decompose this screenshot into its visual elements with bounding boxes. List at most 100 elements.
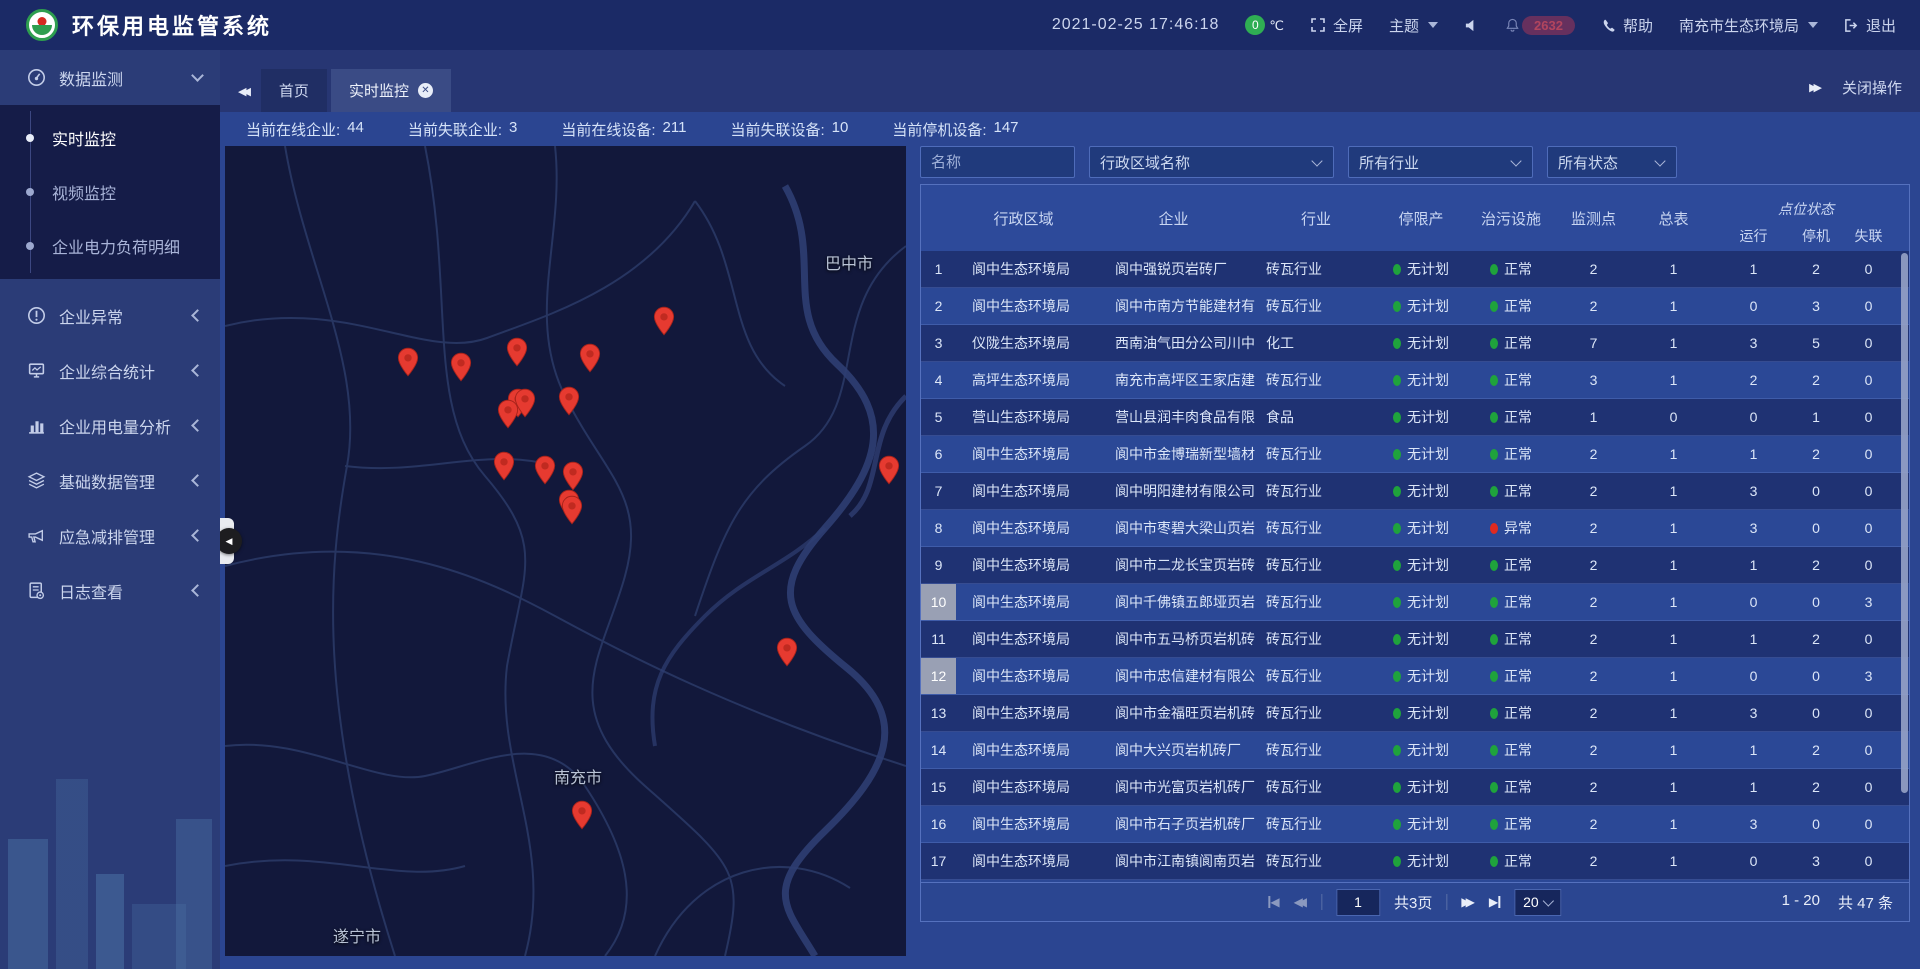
cell-industry: 砖瓦行业 <box>1256 547 1376 583</box>
cell-region: 阆中生态环境局 <box>956 584 1091 620</box>
help-button[interactable]: 帮助 <box>1601 15 1653 36</box>
cell-region: 高坪生态环境局 <box>956 362 1091 398</box>
name-search-input[interactable] <box>920 146 1075 178</box>
table-row[interactable]: 3 仪陇生态环境局 西南油气田分公司川中 化工 无计划 正常 7 1 3 5 0 <box>921 325 1909 362</box>
sidebar-item-实时监控[interactable]: 实时监控 <box>0 111 220 165</box>
cell-meter-count: 1 <box>1631 362 1716 398</box>
cell-industry: 砖瓦行业 <box>1256 843 1376 879</box>
map-pin-icon[interactable] <box>450 352 472 382</box>
logout-label: 退出 <box>1866 15 1896 36</box>
map-pin-icon[interactable] <box>562 461 584 491</box>
tab-close-icon[interactable]: ✕ <box>418 83 433 98</box>
tabs-scroll-right-icon[interactable]: ▶▶ <box>1809 81 1818 94</box>
total-pages-label: 共3页 <box>1394 892 1432 913</box>
cell-index: 5 <box>921 399 956 435</box>
table-row[interactable]: 13 阆中生态环境局 阆中市金福旺页岩机砖 砖瓦行业 无计划 正常 2 1 3 … <box>921 695 1909 732</box>
status-dot-icon <box>1393 819 1401 830</box>
tabs-scroll-left-icon[interactable]: ◀◀ <box>238 85 247 98</box>
map-pin-icon[interactable] <box>579 343 601 373</box>
sidebar-item-视频监控[interactable]: 视频监控 <box>0 165 220 219</box>
sidebar-item-数据监测[interactable]: 数据监测 <box>0 50 220 105</box>
cell-facility-status: 正常 <box>1466 251 1556 287</box>
sound-button[interactable] <box>1464 18 1479 33</box>
cell-region: 阆中生态环境局 <box>956 436 1091 472</box>
next-page-button[interactable]: ▶▶ <box>1461 895 1474 909</box>
map-pin-icon[interactable] <box>493 451 515 481</box>
notification-button[interactable]: 2632 <box>1505 16 1575 35</box>
table-scrollbar[interactable] <box>1901 253 1908 793</box>
cell-stop-count: 1 <box>1791 399 1841 435</box>
sidebar-item-企业电力负荷明细[interactable]: 企业电力负荷明细 <box>0 219 220 273</box>
map-pin-icon[interactable] <box>878 455 900 485</box>
cell-run-count: 0 <box>1716 658 1791 694</box>
table-row[interactable]: 7 阆中生态环境局 阆中明阳建材有限公司 砖瓦行业 无计划 正常 2 1 3 0… <box>921 473 1909 510</box>
map-pin-icon[interactable] <box>558 386 580 416</box>
sidebar-item-基础数据管理[interactable]: 基础数据管理 <box>0 453 220 508</box>
cell-index: 10 <box>921 584 956 620</box>
map-pin-icon[interactable] <box>653 306 675 336</box>
org-dropdown[interactable]: 南充市生态环境局 <box>1679 15 1818 36</box>
status-select[interactable]: 所有状态 <box>1547 146 1677 178</box>
cell-run-count: 2 <box>1716 362 1791 398</box>
table-row[interactable]: 2 阆中生态环境局 阆中市南方节能建材有 砖瓦行业 无计划 正常 2 1 0 3… <box>921 288 1909 325</box>
sidebar-item-企业综合统计[interactable]: 企业综合统计 <box>0 343 220 398</box>
page-number-input[interactable]: 1 <box>1336 889 1380 916</box>
table-row[interactable]: 8 阆中生态环境局 阆中市枣碧大梁山页岩 砖瓦行业 无计划 异常 2 1 3 0… <box>921 510 1909 547</box>
sidebar-item-应急减排管理[interactable]: 应急减排管理 <box>0 508 220 563</box>
last-page-button[interactable]: ▶ <box>1489 895 1500 909</box>
cell-run-count: 1 <box>1716 547 1791 583</box>
industry-select[interactable]: 所有行业 <box>1348 146 1533 178</box>
cell-monitor-count: 2 <box>1556 621 1631 657</box>
map-pin-icon[interactable] <box>497 399 519 429</box>
map-pin-icon[interactable] <box>534 455 556 485</box>
table-row[interactable]: 17 阆中生态环境局 阆中市江南镇阆南页岩 砖瓦行业 无计划 正常 2 1 0 … <box>921 843 1909 880</box>
map-pin-icon[interactable] <box>571 800 593 830</box>
cell-limit-status: 无计划 <box>1376 473 1466 509</box>
sidebar-item-日志查看[interactable]: 日志查看 <box>0 563 220 618</box>
cell-company: 阆中市石子页岩机砖厂 <box>1091 806 1256 842</box>
map-panel[interactable]: ◀ 巴中市南充市遂宁市 <box>225 146 906 956</box>
map-pin-icon[interactable] <box>561 495 583 525</box>
tab-实时监控[interactable]: 实时监控✕ <box>331 69 451 112</box>
prev-page-button[interactable]: ◀◀ <box>1294 895 1307 909</box>
sidebar-item-企业用电量分析[interactable]: 企业用电量分析 <box>0 398 220 453</box>
sidebar-item-企业异常[interactable]: 企业异常 <box>0 288 220 343</box>
cell-monitor-count: 2 <box>1556 843 1631 879</box>
table-row[interactable]: 10 阆中生态环境局 阆中千佛镇五郎垭页岩 砖瓦行业 无计划 正常 2 1 0 … <box>921 584 1909 621</box>
table-row[interactable]: 4 高坪生态环境局 南充市高坪区王家店建 砖瓦行业 无计划 正常 3 1 2 2… <box>921 362 1909 399</box>
range-label: 1 - 20 <box>1782 892 1820 913</box>
tab-首页[interactable]: 首页 <box>261 69 327 112</box>
table-row[interactable]: 15 阆中生态环境局 阆中市光富页岩机砖厂 砖瓦行业 无计划 正常 2 1 1 … <box>921 769 1909 806</box>
table-row[interactable]: 9 阆中生态环境局 阆中市二龙长宝页岩砖 砖瓦行业 无计划 正常 2 1 1 2… <box>921 547 1909 584</box>
cell-region: 阆中生态环境局 <box>956 806 1091 842</box>
region-select[interactable]: 行政区域名称 <box>1089 146 1334 178</box>
cell-lost-count: 0 <box>1841 436 1896 472</box>
cell-stop-count: 3 <box>1791 843 1841 879</box>
col-group-point-status: 点位状态 <box>1716 185 1896 221</box>
cell-run-count: 1 <box>1716 251 1791 287</box>
cell-lost-count: 0 <box>1841 510 1896 546</box>
map-pin-icon[interactable] <box>506 337 528 367</box>
table-row[interactable]: 5 营山生态环境局 营山县润丰肉食品有限 食品 无计划 正常 1 0 0 1 0 <box>921 399 1909 436</box>
status-dot-icon <box>1393 486 1401 497</box>
page-size-select[interactable]: 20 <box>1514 889 1562 916</box>
cell-run-count: 1 <box>1716 732 1791 768</box>
chevron-icon <box>191 419 204 432</box>
map-city-label: 南充市 <box>554 764 602 788</box>
table-row[interactable]: 6 阆中生态环境局 阆中市金博瑞新型墙材 砖瓦行业 无计划 正常 2 1 1 2… <box>921 436 1909 473</box>
first-page-button[interactable]: ◀ <box>1268 895 1279 909</box>
table-row[interactable]: 16 阆中生态环境局 阆中市石子页岩机砖厂 砖瓦行业 无计划 正常 2 1 3 … <box>921 806 1909 843</box>
map-pin-icon[interactable] <box>776 637 798 667</box>
logout-button[interactable]: 退出 <box>1844 15 1896 36</box>
caret-down-icon <box>1428 22 1438 28</box>
theme-dropdown[interactable]: 主题 <box>1389 15 1438 36</box>
table-row[interactable]: 12 阆中生态环境局 阆中市忠信建材有限公 砖瓦行业 无计划 正常 2 1 0 … <box>921 658 1909 695</box>
cell-company: 南充市高坪区王家店建 <box>1091 362 1256 398</box>
table-row[interactable]: 14 阆中生态环境局 阆中大兴页岩机砖厂 砖瓦行业 无计划 正常 2 1 1 2… <box>921 732 1909 769</box>
close-operations-button[interactable]: 关闭操作 <box>1842 77 1902 98</box>
cell-company: 阆中市忠信建材有限公 <box>1091 658 1256 694</box>
table-row[interactable]: 11 阆中生态环境局 阆中市五马桥页岩机砖 砖瓦行业 无计划 正常 2 1 1 … <box>921 621 1909 658</box>
map-pin-icon[interactable] <box>397 347 419 377</box>
fullscreen-button[interactable]: 全屏 <box>1310 15 1363 36</box>
table-row[interactable]: 1 阆中生态环境局 阆中强锐页岩砖厂 砖瓦行业 无计划 正常 2 1 1 2 0 <box>921 251 1909 288</box>
